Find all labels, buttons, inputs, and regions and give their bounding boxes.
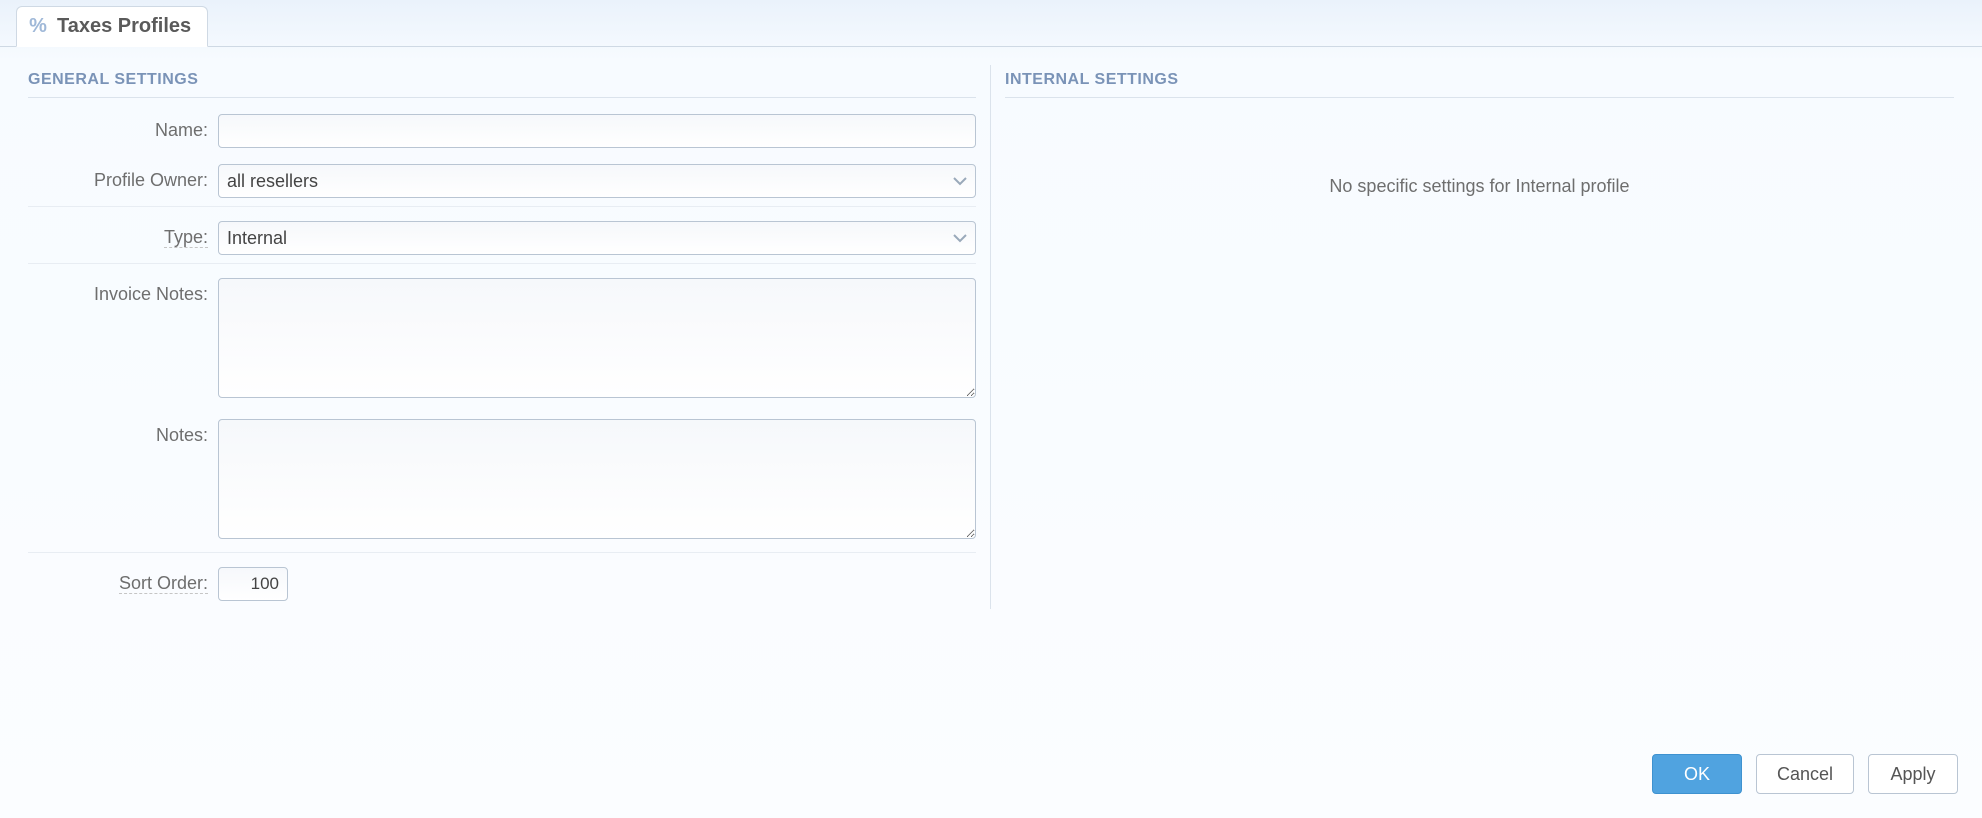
row-name: Name: [28,106,976,156]
label-type: Type: [164,227,208,248]
tab-taxes-profiles[interactable]: % Taxes Profiles [16,6,208,47]
row-profile-owner: Profile Owner: all resellers [28,156,976,207]
profile-owner-value: all resellers [227,171,318,192]
page: % Taxes Profiles GENERAL SETTINGS Name: … [0,0,1982,818]
row-invoice-notes: Invoice Notes: [28,270,976,411]
label-profile-owner: Profile Owner: [94,170,208,190]
notes-textarea[interactable] [218,419,976,539]
apply-button[interactable]: Apply [1868,754,1958,794]
label-notes: Notes: [156,425,208,445]
name-input[interactable] [218,114,976,148]
ok-button[interactable]: OK [1652,754,1742,794]
type-select[interactable]: Internal [218,221,976,255]
percent-icon: % [27,16,49,38]
profile-owner-select[interactable]: all resellers [218,164,976,198]
label-invoice-notes: Invoice Notes: [94,284,208,304]
tab-label: Taxes Profiles [57,15,191,38]
row-notes: Notes: [28,411,976,553]
tab-strip: % Taxes Profiles [0,0,1982,47]
chevron-down-icon [953,233,967,243]
invoice-notes-textarea[interactable] [218,278,976,398]
content: GENERAL SETTINGS Name: Profile Owner: al… [0,47,1982,609]
sort-order-input[interactable] [218,567,288,601]
internal-settings-title: INTERNAL SETTINGS [1005,65,1954,98]
internal-settings-panel: INTERNAL SETTINGS No specific settings f… [991,65,1968,609]
general-settings-panel: GENERAL SETTINGS Name: Profile Owner: al… [14,65,991,609]
footer-buttons: OK Cancel Apply [1652,754,1958,794]
general-settings-title: GENERAL SETTINGS [28,65,976,98]
cancel-button[interactable]: Cancel [1756,754,1854,794]
chevron-down-icon [953,176,967,186]
row-sort-order: Sort Order: [28,559,976,609]
label-sort-order: Sort Order: [119,573,208,594]
type-value: Internal [227,228,287,249]
internal-settings-message: No specific settings for Internal profil… [1005,106,1954,197]
row-type: Type: Internal [28,213,976,264]
label-name: Name: [155,120,208,140]
